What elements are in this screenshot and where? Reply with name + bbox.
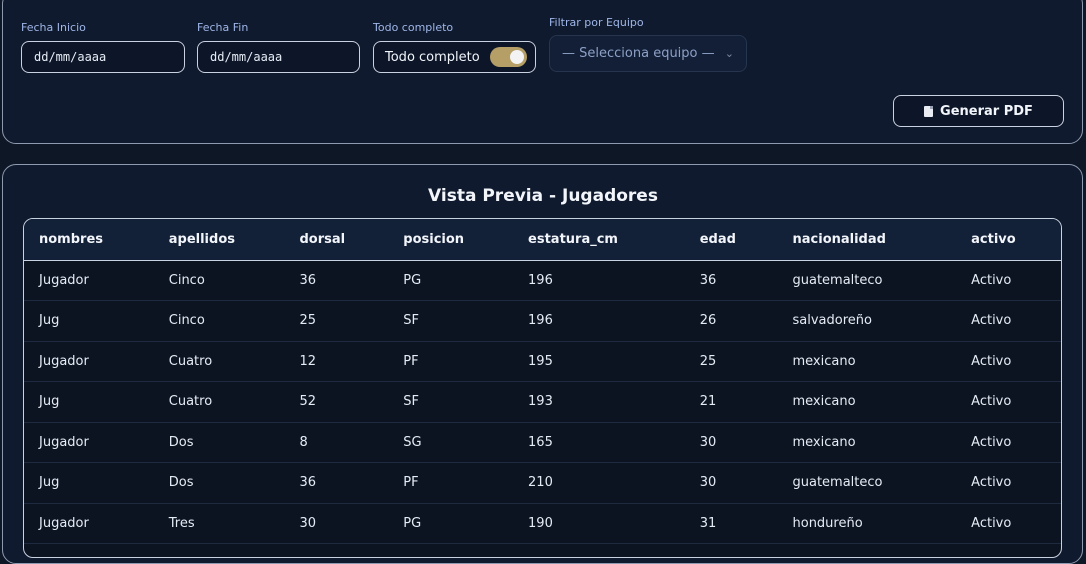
- table-cell: Jugador: [39, 272, 89, 288]
- column-header: nombres: [39, 231, 104, 247]
- table-cell: 196: [528, 313, 553, 329]
- table-cell: SF: [403, 313, 420, 329]
- table-cell: Jugador: [39, 515, 89, 531]
- start-date-value: dd/mm/aaaa: [34, 50, 107, 64]
- table-cell: 25: [299, 313, 317, 329]
- table-cell: hondureño: [792, 515, 863, 531]
- table-cell: SG: [403, 434, 422, 450]
- table-cell: Cuatro: [168, 353, 213, 369]
- complete-label: Todo completo: [373, 21, 454, 34]
- generate-pdf-button[interactable]: Generar PDF: [893, 95, 1064, 127]
- table-header-row: nombres apellidos dorsal posicion estatu…: [24, 219, 1061, 260]
- table-cell: Jug: [39, 394, 60, 410]
- end-date-value: dd/mm/aaaa: [210, 50, 283, 64]
- table-cell: 25: [699, 353, 717, 369]
- column-header: dorsal: [299, 231, 346, 247]
- table-cell: 30: [699, 434, 717, 450]
- table-cell: 26: [699, 313, 717, 329]
- document-icon: [924, 105, 934, 117]
- table-cell: 30: [299, 515, 317, 531]
- table-row: Jug Dos 36 PF 210 30 guatemalteco Activo: [24, 463, 1061, 503]
- complete-toggle[interactable]: Todo completo: [373, 41, 536, 73]
- table-cell: Cinco: [168, 313, 205, 329]
- table-row: Jug Cinco 25 SF 196 26 salvadoreño Activ…: [24, 301, 1061, 341]
- table-cell: 36: [299, 475, 317, 491]
- table-cell: guatemalteco: [792, 272, 883, 288]
- chevron-down-icon: ⌄: [724, 47, 734, 60]
- table-cell: 52: [299, 394, 317, 410]
- table-cell: mexicano: [792, 353, 856, 369]
- players-table: nombres apellidos dorsal posicion estatu…: [23, 218, 1062, 558]
- table-cell: Jug: [39, 313, 60, 329]
- table-cell: 36: [299, 272, 317, 288]
- table-cell: 12: [299, 353, 317, 369]
- table-cell: 193: [528, 394, 553, 410]
- table-row: Jugador Cinco 36 PG 196 36 guatemalteco …: [24, 260, 1061, 301]
- start-date-label: Fecha Inicio: [21, 21, 86, 34]
- table-cell: SF: [403, 394, 420, 410]
- table-cell: salvadoreño: [792, 313, 872, 329]
- table-cell: PG: [403, 272, 422, 288]
- table-cell: 190: [528, 515, 553, 531]
- table-cell: Jug: [39, 475, 60, 491]
- table-cell: Cuatro: [168, 394, 213, 410]
- table-cell: 210: [528, 475, 553, 491]
- table-cell: mexicano: [792, 434, 856, 450]
- table-row: Jugador Dos 8 SG 165 30 mexicano Activo: [24, 422, 1061, 463]
- table-cell: 8: [299, 434, 308, 450]
- table-cell: Activo: [971, 313, 1012, 329]
- team-filter-label: Filtrar por Equipo: [549, 16, 644, 29]
- table-cell: Cinco: [168, 272, 205, 288]
- table-row: Jug Cuatro 52 SF 193 21 mexicano Activo: [24, 382, 1061, 422]
- table-cell: Dos: [168, 434, 194, 450]
- table-row: Jugador Tres 30 PG 190 31 hondureño Acti…: [24, 503, 1061, 544]
- table-cell: Jugador: [39, 353, 89, 369]
- table-cell: PF: [403, 475, 419, 491]
- team-select-value: — Selecciona equipo —: [562, 46, 715, 61]
- toggle-switch[interactable]: [490, 47, 527, 67]
- end-date-input[interactable]: dd/mm/aaaa: [197, 41, 360, 73]
- column-header: activo: [971, 231, 1016, 247]
- table-cell: Tres: [168, 515, 195, 531]
- preview-title: Vista Previa - Jugadores: [428, 186, 658, 206]
- table-cell: 30: [699, 475, 717, 491]
- table-cell: PF: [403, 353, 419, 369]
- table-cell: Activo: [971, 515, 1012, 531]
- table-cell: 195: [528, 353, 553, 369]
- table-cell: PG: [403, 515, 422, 531]
- table-cell: 165: [528, 434, 553, 450]
- table-cell: 36: [699, 272, 717, 288]
- column-header: edad: [699, 231, 736, 247]
- table-cell: Dos: [168, 475, 194, 491]
- table-cell: 196: [528, 272, 553, 288]
- table-cell: 31: [699, 515, 717, 531]
- column-header: estatura_cm: [528, 231, 618, 247]
- team-select[interactable]: — Selecciona equipo — ⌄: [549, 35, 747, 72]
- table-cell: Jugador: [39, 434, 89, 450]
- end-date-label: Fecha Fin: [197, 21, 249, 34]
- table-cell: Activo: [971, 475, 1012, 491]
- column-header: nacionalidad: [792, 231, 886, 247]
- table-cell: Activo: [971, 272, 1012, 288]
- table-row: Jugador Cuatro 12 PF 195 25 mexicano Act…: [24, 341, 1061, 382]
- table-cell: Activo: [971, 353, 1012, 369]
- table-cell: 21: [699, 394, 717, 410]
- start-date-input[interactable]: dd/mm/aaaa: [21, 41, 185, 73]
- table-cell: guatemalteco: [792, 475, 883, 491]
- complete-toggle-text: Todo completo: [385, 49, 480, 65]
- table-cell: Activo: [971, 394, 1012, 410]
- column-header: apellidos: [168, 231, 235, 247]
- table-cell: mexicano: [792, 394, 856, 410]
- table-cell: Activo: [971, 434, 1012, 450]
- generate-pdf-label: Generar PDF: [940, 103, 1033, 119]
- column-header: posicion: [403, 231, 465, 247]
